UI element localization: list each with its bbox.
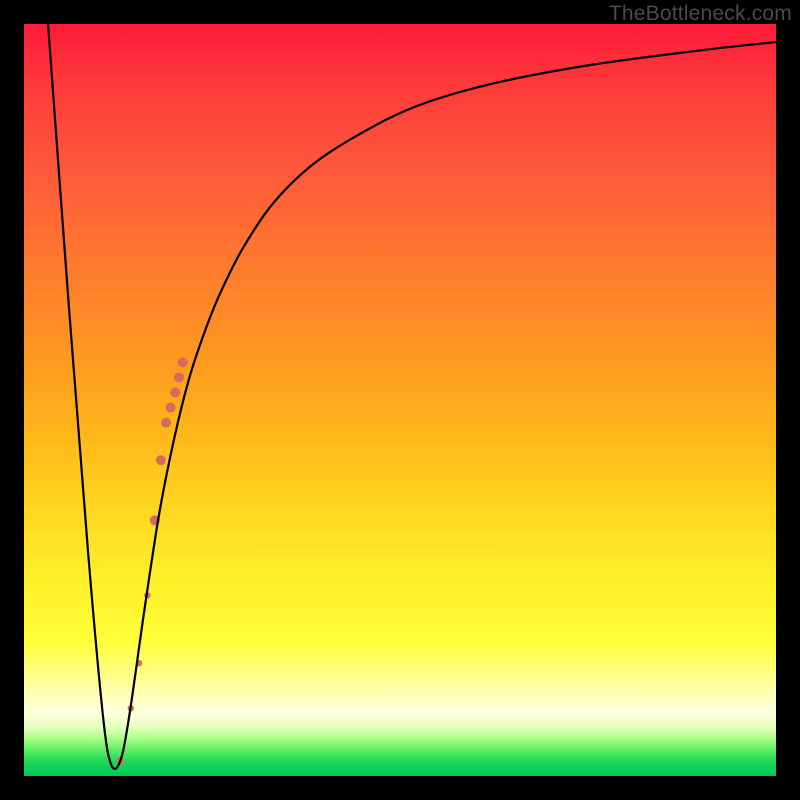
data-marker xyxy=(166,403,176,413)
plot-area xyxy=(24,24,776,776)
watermark-text: TheBottleneck.com xyxy=(609,2,792,26)
data-marker xyxy=(170,387,180,397)
data-marker xyxy=(161,418,171,428)
data-marker xyxy=(178,357,188,367)
chart-svg xyxy=(24,24,776,776)
bottleneck-curve xyxy=(48,24,776,769)
outer-frame: TheBottleneck.com xyxy=(0,0,800,800)
data-marker xyxy=(156,455,166,465)
data-marker xyxy=(174,372,184,382)
